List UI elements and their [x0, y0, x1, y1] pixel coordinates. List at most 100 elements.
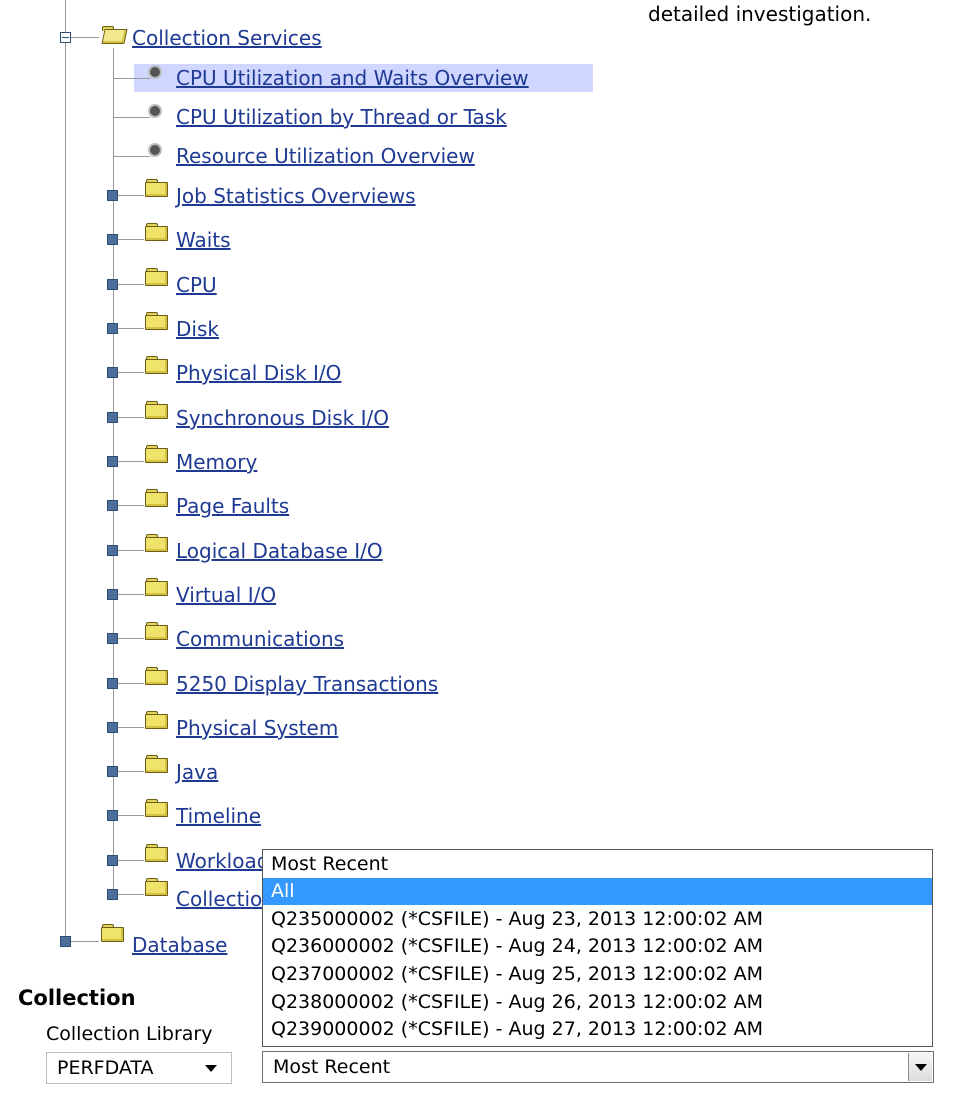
- bullet-icon: [150, 145, 160, 155]
- expand-icon[interactable]: [107, 456, 118, 467]
- tree-item-physical-system[interactable]: Physical System: [176, 716, 338, 740]
- tree-item-communications[interactable]: Communications: [176, 627, 344, 651]
- expand-icon[interactable]: [107, 589, 118, 600]
- collection-dropdown-list[interactable]: Most Recent All Q235000002 (*CSFILE) - A…: [262, 849, 933, 1047]
- tree-connector: [118, 550, 144, 551]
- tree-connector: [118, 727, 144, 728]
- tree-connector: [118, 284, 144, 285]
- folder-icon: [145, 622, 168, 640]
- tree-item-workload[interactable]: Workload: [176, 849, 269, 873]
- open-folder-icon: [101, 26, 128, 44]
- dropdown-option-selected[interactable]: All: [263, 878, 932, 905]
- description-text: detailed investigation.: [648, 2, 872, 26]
- tree-connector: [118, 594, 144, 595]
- expand-icon[interactable]: [107, 633, 118, 644]
- expand-icon[interactable]: [107, 722, 118, 733]
- dropdown-option[interactable]: Q236000002 (*CSFILE) - Aug 24, 2013 12:0…: [263, 933, 932, 960]
- tree-item-page-faults[interactable]: Page Faults: [176, 494, 289, 518]
- tree-connector: [71, 37, 99, 38]
- expand-icon[interactable]: [107, 234, 118, 245]
- tree-item-database[interactable]: Database: [132, 933, 227, 957]
- dropdown-option[interactable]: Q238000002 (*CSFILE) - Aug 26, 2013 12:0…: [263, 989, 932, 1016]
- tree-connector: [118, 328, 144, 329]
- tree-connector: [114, 156, 150, 157]
- collection-select-value: Most Recent: [273, 1056, 391, 1078]
- expand-icon[interactable]: [107, 190, 118, 201]
- tree-item-cpu-utilization-waits[interactable]: CPU Utilization and Waits Overview: [176, 66, 529, 90]
- tree-connector: [71, 941, 99, 942]
- expand-icon[interactable]: [107, 279, 118, 290]
- folder-icon: [145, 878, 168, 896]
- chevron-down-icon: [205, 1065, 217, 1072]
- expand-icon[interactable]: [107, 367, 118, 378]
- tree-connector: [118, 505, 144, 506]
- tree-connector: [118, 417, 144, 418]
- folder-icon: [145, 401, 168, 419]
- collection-library-select[interactable]: PERFDATA: [46, 1052, 232, 1084]
- folder-icon: [145, 445, 168, 463]
- collection-library-label: Collection Library: [46, 1023, 213, 1045]
- collection-library-value: PERFDATA: [57, 1057, 154, 1079]
- collapse-icon[interactable]: [60, 32, 71, 43]
- folder-icon: [145, 312, 168, 330]
- tree-item-synchronous-disk-io[interactable]: Synchronous Disk I/O: [176, 406, 389, 430]
- tree-item-logical-database-io[interactable]: Logical Database I/O: [176, 539, 383, 563]
- tree-guide-root: [65, 0, 66, 942]
- tree-connector: [118, 638, 144, 639]
- expand-icon[interactable]: [107, 810, 118, 821]
- tree-connector: [118, 195, 144, 196]
- collection-select[interactable]: Most Recent: [262, 1051, 934, 1083]
- tree-item-5250-display[interactable]: 5250 Display Transactions: [176, 672, 438, 696]
- tree-item-collection-services[interactable]: Collection Services: [132, 26, 322, 50]
- bullet-icon: [150, 67, 160, 77]
- tree-connector: [118, 771, 144, 772]
- tree-item-memory[interactable]: Memory: [176, 450, 257, 474]
- expand-icon[interactable]: [60, 936, 71, 947]
- folder-icon: [145, 534, 168, 552]
- tree-connector: [118, 372, 144, 373]
- dropdown-option[interactable]: Q235000002 (*CSFILE) - Aug 23, 2013 12:0…: [263, 906, 932, 933]
- tree-item-timeline[interactable]: Timeline: [176, 804, 261, 828]
- tree-item-collection[interactable]: Collection: [176, 887, 275, 911]
- tree-item-java[interactable]: Java: [176, 760, 218, 784]
- expand-icon[interactable]: [107, 412, 118, 423]
- tree-connector: [114, 78, 150, 79]
- tree-connector: [118, 683, 144, 684]
- dropdown-arrow-icon[interactable]: [908, 1053, 932, 1081]
- expand-icon[interactable]: [107, 678, 118, 689]
- expand-icon[interactable]: [107, 766, 118, 777]
- tree-item-virtual-io[interactable]: Virtual I/O: [176, 583, 276, 607]
- tree-connector: [118, 815, 144, 816]
- folder-icon: [145, 223, 168, 241]
- tree-connector: [118, 239, 144, 240]
- collection-heading: Collection: [18, 986, 136, 1010]
- folder-icon: [145, 711, 168, 729]
- folder-icon: [145, 755, 168, 773]
- expand-icon[interactable]: [107, 545, 118, 556]
- tree-item-physical-disk-io[interactable]: Physical Disk I/O: [176, 361, 341, 385]
- tree-connector: [114, 117, 150, 118]
- tree-item-waits[interactable]: Waits: [176, 228, 231, 252]
- folder-icon: [145, 799, 168, 817]
- tree-connector: [118, 860, 144, 861]
- tree-connector: [118, 461, 144, 462]
- tree-item-disk[interactable]: Disk: [176, 317, 219, 341]
- tree-item-cpu[interactable]: CPU: [176, 273, 217, 297]
- folder-icon: [145, 268, 168, 286]
- bullet-icon: [150, 106, 160, 116]
- expand-icon[interactable]: [107, 323, 118, 334]
- folder-icon: [145, 578, 168, 596]
- tree-item-cpu-utilization-thread[interactable]: CPU Utilization by Thread or Task: [176, 105, 507, 129]
- dropdown-option[interactable]: Q239000002 (*CSFILE) - Aug 27, 2013 12:0…: [263, 1016, 932, 1043]
- folder-icon: [145, 844, 168, 862]
- tree-item-resource-utilization[interactable]: Resource Utilization Overview: [176, 144, 475, 168]
- dropdown-option[interactable]: Q237000002 (*CSFILE) - Aug 25, 2013 12:0…: [263, 961, 932, 988]
- expand-icon[interactable]: [107, 500, 118, 511]
- dropdown-option[interactable]: Most Recent: [263, 851, 932, 878]
- folder-icon: [145, 667, 168, 685]
- expand-icon[interactable]: [107, 889, 118, 900]
- folder-icon: [101, 924, 124, 942]
- folder-icon: [145, 179, 168, 197]
- tree-item-job-statistics[interactable]: Job Statistics Overviews: [176, 184, 416, 208]
- expand-icon[interactable]: [107, 855, 118, 866]
